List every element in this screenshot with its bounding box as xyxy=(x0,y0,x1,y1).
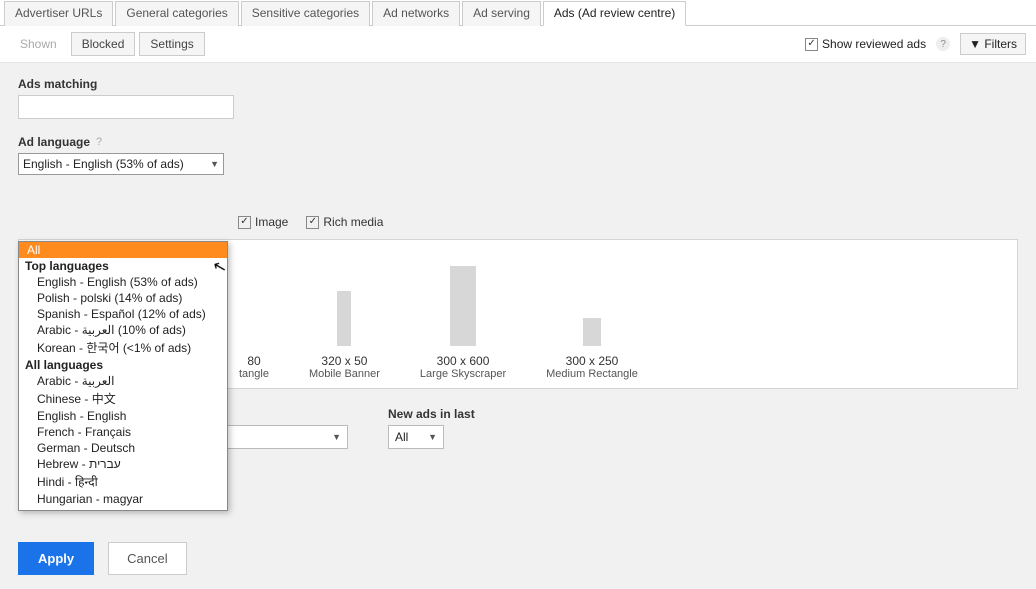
dd-option[interactable]: Hindi - हिन्दी xyxy=(19,472,227,491)
subtab-shown[interactable]: Shown xyxy=(10,33,67,55)
ad-language-label: Ad language xyxy=(18,135,90,149)
tab-ad-serving[interactable]: Ad serving xyxy=(462,1,541,26)
caret-down-icon: ▼ xyxy=(332,432,341,442)
content-panel: Ads matching Ad language ? English - Eng… xyxy=(0,63,1036,589)
dd-option[interactable]: Arabic - العربية xyxy=(19,373,227,389)
ad-type-image[interactable]: Image xyxy=(238,215,288,229)
bar-name: tangle xyxy=(239,368,269,380)
dd-option[interactable]: Hebrew - עברית xyxy=(19,456,227,472)
ad-type-rich-media[interactable]: Rich media xyxy=(306,215,383,229)
sub-bar: Shown Blocked Settings Show reviewed ads… xyxy=(0,26,1036,63)
tab-sensitive-categories[interactable]: Sensitive categories xyxy=(241,1,370,26)
apply-button[interactable]: Apply xyxy=(18,542,94,575)
dd-option[interactable]: Korean - 한국어 (<1% of ads) xyxy=(19,338,227,357)
new-ads-label: New ads in last xyxy=(388,407,475,421)
dd-option[interactable]: German - Deutsch xyxy=(19,440,227,456)
dd-option[interactable]: French - Français xyxy=(19,424,227,440)
ad-language-selected-value: English - English (53% of ads) xyxy=(23,157,184,171)
dd-option-all[interactable]: All xyxy=(19,242,227,258)
dd-group-top-languages: Top languages xyxy=(19,258,227,274)
ad-type-image-label: Image xyxy=(255,215,288,229)
dd-option[interactable]: English - English (53% of ads) xyxy=(19,274,227,290)
ads-matching-label: Ads matching xyxy=(18,77,1018,91)
help-icon[interactable]: ? xyxy=(96,136,102,148)
new-ads-value: All xyxy=(395,430,408,444)
caret-down-icon: ▼ xyxy=(969,37,981,51)
bar-name: Large Skyscraper xyxy=(420,368,506,380)
dd-option[interactable]: Arabic - العربية (10% of ads) xyxy=(19,322,227,338)
help-icon[interactable]: ? xyxy=(936,37,950,51)
actions-row: Apply Cancel xyxy=(18,542,187,575)
bar-icon xyxy=(583,318,601,346)
checkbox-icon xyxy=(805,38,818,51)
bar-dim: 320 x 50 xyxy=(321,354,367,368)
tab-advertiser-urls[interactable]: Advertiser URLs xyxy=(4,1,113,26)
filters-button[interactable]: ▼ Filters xyxy=(960,33,1026,55)
ad-language-dropdown[interactable]: All Top languages English - English (53%… xyxy=(18,241,228,511)
dd-option[interactable]: Spanish - Español (12% of ads) xyxy=(19,306,227,322)
caret-down-icon: ▼ xyxy=(428,432,437,442)
bar-name: Medium Rectangle xyxy=(546,368,638,380)
tab-general-categories[interactable]: General categories xyxy=(115,1,238,26)
ad-language-select[interactable]: English - English (53% of ads) ▼ xyxy=(18,153,224,175)
bar-icon xyxy=(337,291,351,346)
show-reviewed-label: Show reviewed ads xyxy=(822,37,926,51)
new-ads-block: New ads in last All ▼ xyxy=(388,407,475,449)
ads-matching-block: Ads matching xyxy=(18,77,1018,119)
subtab-settings[interactable]: Settings xyxy=(139,32,204,56)
bar-dim: 80 xyxy=(247,354,260,368)
bar-dim: 300 x 600 xyxy=(437,354,490,368)
checkbox-icon xyxy=(306,216,319,229)
bar-icon xyxy=(450,266,476,346)
dd-option[interactable]: English - English xyxy=(19,408,227,424)
dd-option[interactable]: Hungarian - magyar xyxy=(19,491,227,507)
cancel-button[interactable]: Cancel xyxy=(108,542,186,575)
ads-matching-input[interactable] xyxy=(18,95,234,119)
ad-type-rich-media-label: Rich media xyxy=(323,215,383,229)
subtab-blocked[interactable]: Blocked xyxy=(71,32,136,56)
dd-option[interactable]: Chinese - 中文 xyxy=(19,389,227,408)
bar-dim: 300 x 250 xyxy=(566,354,619,368)
checkbox-icon xyxy=(238,216,251,229)
top-tabs: Advertiser URLs General categories Sensi… xyxy=(0,0,1036,26)
dd-group-all-languages: All languages xyxy=(19,357,227,373)
bar-name: Mobile Banner xyxy=(309,368,380,380)
new-ads-select[interactable]: All ▼ xyxy=(388,425,444,449)
ad-type-row: Image Rich media xyxy=(238,215,1018,229)
dd-option[interactable]: Italian - Italiano xyxy=(19,507,227,511)
filters-label: Filters xyxy=(984,37,1017,51)
tab-ad-networks[interactable]: Ad networks xyxy=(372,1,460,26)
caret-down-icon: ▼ xyxy=(210,159,219,169)
ad-language-block: Ad language ? English - English (53% of … xyxy=(18,135,1018,175)
tab-ad-review-centre[interactable]: Ads (Ad review centre) xyxy=(543,1,686,26)
dd-option[interactable]: Polish - polski (14% of ads) xyxy=(19,290,227,306)
show-reviewed-toggle[interactable]: Show reviewed ads xyxy=(805,37,926,51)
